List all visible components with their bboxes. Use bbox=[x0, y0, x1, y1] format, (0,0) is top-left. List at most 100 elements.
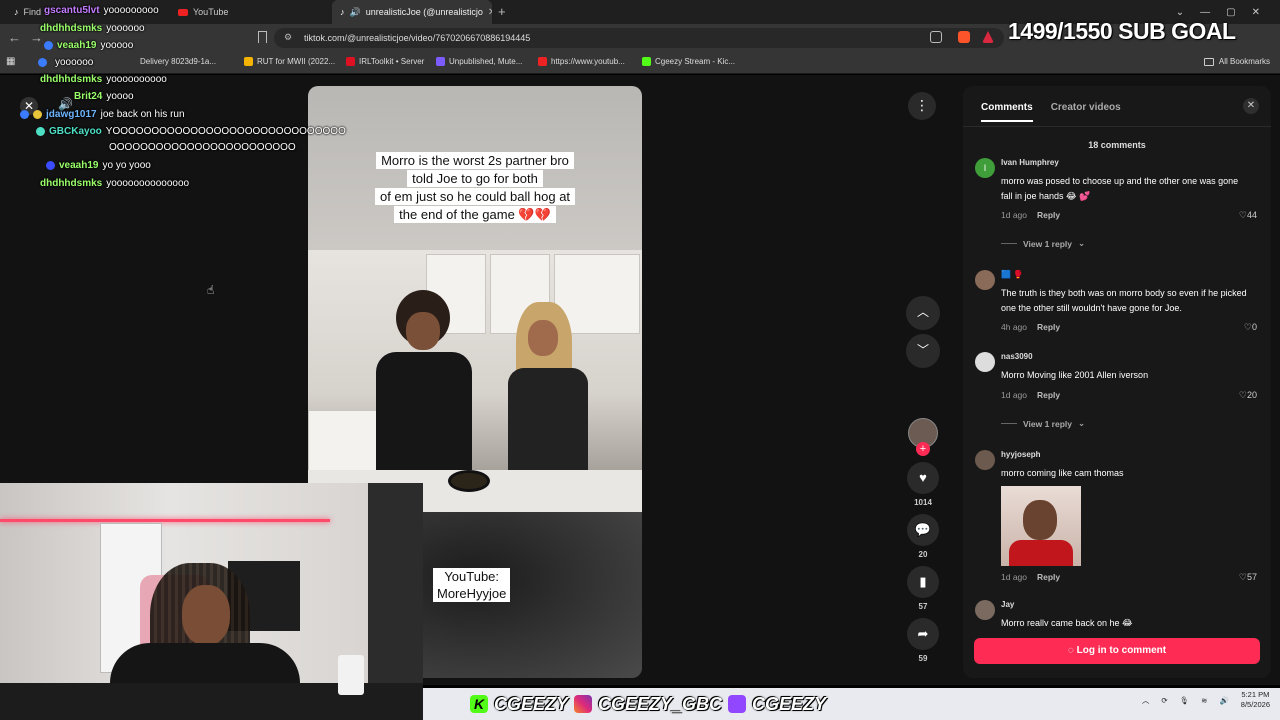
face bbox=[528, 320, 558, 356]
mouse-cursor: ☝ bbox=[207, 283, 215, 297]
next-video-button[interactable]: ﹀ bbox=[906, 334, 940, 368]
kick-icon bbox=[642, 57, 651, 66]
chat-message: veaah19 yo yo yooo bbox=[46, 160, 151, 171]
chat-text: yooooo bbox=[100, 40, 134, 51]
view-replies-button[interactable]: View 1 reply ⌄ bbox=[1001, 238, 1085, 249]
chat-text: yooooooooo bbox=[103, 5, 159, 16]
comment-like-button[interactable]: ♡57 bbox=[1239, 572, 1257, 583]
chevron-up-icon[interactable]: ︿ bbox=[1142, 695, 1150, 706]
face bbox=[406, 312, 440, 350]
tiktok-icon: ♪ bbox=[340, 7, 345, 17]
wifi-icon[interactable]: ≋ bbox=[1201, 696, 1207, 705]
heart-icon: ♥ bbox=[907, 462, 939, 494]
chat-username: Brit24 bbox=[74, 91, 103, 102]
comment-text: Morro really came back on he 😂 bbox=[1001, 618, 1133, 626]
bookmark-item[interactable]: IRLToolkit • Server bbox=[346, 57, 424, 66]
comment-like-button[interactable]: ♡0 bbox=[1244, 322, 1257, 333]
badge-icon bbox=[46, 161, 55, 170]
volume-icon[interactable]: 🔊 bbox=[1219, 696, 1228, 705]
socials-overlay: K CGEEZY CGEEZY_GBC CGEEZY bbox=[470, 692, 826, 716]
comment-button[interactable]: 💬 20 bbox=[906, 514, 940, 559]
comment-time: 1d ago bbox=[1001, 572, 1027, 582]
comment-text: morro coming like cam thomas bbox=[1001, 468, 1124, 478]
speaker-icon: 🔊 bbox=[349, 6, 361, 17]
comment-like-button[interactable]: ♡44 bbox=[1239, 210, 1257, 221]
close-window-button[interactable]: ✕ bbox=[1252, 7, 1260, 18]
close-panel-button[interactable]: ✕ bbox=[1243, 98, 1259, 114]
view-replies-button[interactable]: View 1 reply ⌄ bbox=[1001, 418, 1085, 429]
sync-icon[interactable]: ⟳ bbox=[1161, 696, 1167, 705]
comment-like-count: 0 bbox=[1251, 322, 1257, 332]
like-button[interactable]: ♥ 1014 bbox=[906, 462, 940, 507]
comment-username[interactable]: hyyjoseph bbox=[1001, 450, 1041, 459]
chat-message: jdawg1017 joe back on his run bbox=[20, 109, 185, 120]
close-icon[interactable]: ✕ bbox=[488, 7, 492, 18]
heart-outline-icon: ♡ bbox=[1238, 390, 1247, 400]
reply-button[interactable]: Reply bbox=[1037, 390, 1060, 400]
caption-line: the end of the game 💔💔 bbox=[394, 206, 556, 223]
bookmark-label: https://www.youtub... bbox=[551, 57, 625, 66]
comment-text: The truth is they both was on morro body… bbox=[1001, 288, 1247, 313]
tab-tiktok-active[interactable]: ♪ 🔊 unrealisticJoe (@unrealisticjo ✕ bbox=[332, 0, 492, 24]
login-to-comment-button[interactable]: ◌ Log in to comment bbox=[974, 638, 1260, 664]
avatar[interactable] bbox=[975, 352, 995, 372]
chevron-down-icon[interactable]: ⌄ bbox=[1176, 7, 1184, 18]
divider bbox=[1001, 423, 1017, 424]
avatar[interactable] bbox=[975, 450, 995, 470]
chat-username: GBCKayoo bbox=[49, 126, 102, 137]
all-bookmarks-label: All Bookmarks bbox=[1218, 57, 1270, 66]
minimize-button[interactable]: — bbox=[1200, 7, 1210, 18]
reply-button[interactable]: Reply bbox=[1037, 572, 1060, 582]
heart-outline-icon: ♡ bbox=[1238, 210, 1247, 220]
maximize-button[interactable]: ▢ bbox=[1226, 7, 1235, 18]
follow-button[interactable]: + bbox=[916, 442, 930, 456]
url-field[interactable]: ⚙ tiktok.com/@unrealisticjoe/video/76702… bbox=[274, 28, 1004, 48]
comment-username[interactable]: nas3090 bbox=[1001, 352, 1033, 361]
chat-username: jdawg1017 bbox=[46, 109, 97, 120]
chat-username: veaah19 bbox=[57, 40, 97, 51]
tab-label: unrealisticJoe (@unrealisticjo bbox=[365, 7, 483, 17]
chat-message: GBCKayoo YOOOOOOOOOOOOOOOOOOOOOOOOOOOOOO bbox=[36, 126, 346, 137]
comment-username[interactable]: Jay bbox=[1001, 600, 1014, 609]
system-tray: ︿ ⟳ 🎙 ≋ 🔊 5:21 PM 8/5/2026 bbox=[1142, 690, 1270, 710]
tab-comments[interactable]: Comments bbox=[981, 102, 1033, 122]
bookmark-item[interactable]: Cgeezy Stream - Kic... bbox=[642, 57, 735, 66]
twitch-icon bbox=[728, 695, 747, 713]
like-count: 1014 bbox=[914, 498, 932, 507]
share-button[interactable]: ➦ 59 bbox=[906, 618, 940, 663]
tab-creator-videos[interactable]: Creator videos bbox=[1051, 102, 1121, 122]
comment-icon: 💬 bbox=[907, 514, 939, 546]
panel-tabs: Comments Creator videos bbox=[981, 102, 1121, 122]
brave-shield-icon[interactable] bbox=[958, 31, 970, 43]
all-bookmarks-button[interactable]: All Bookmarks bbox=[1203, 57, 1270, 66]
reply-button[interactable]: Reply bbox=[1037, 322, 1060, 332]
comment-image[interactable] bbox=[1001, 486, 1081, 566]
comment-like-button[interactable]: ♡20 bbox=[1239, 390, 1257, 401]
bookmark-item[interactable]: Unpublished, Mute... bbox=[436, 57, 522, 66]
comment-username[interactable]: 🟦 🥊 bbox=[1001, 270, 1023, 279]
badge-icon bbox=[44, 41, 53, 50]
twitch-handle: CGEEZY bbox=[752, 693, 827, 714]
clock[interactable]: 5:21 PM 8/5/2026 bbox=[1241, 690, 1270, 710]
heart-outline-icon: ♡ bbox=[1243, 322, 1252, 332]
more-options-button[interactable]: ⋮ bbox=[908, 92, 936, 120]
chevron-down-icon: ⌄ bbox=[1077, 238, 1086, 248]
bookmark-label: Cgeezy Stream - Kic... bbox=[655, 57, 736, 66]
comment-count: 20 bbox=[918, 550, 928, 559]
comment-meta: 1d ago Reply bbox=[1001, 390, 1060, 400]
microphone-icon[interactable]: 🎙 bbox=[1180, 696, 1190, 705]
avatar[interactable] bbox=[975, 600, 995, 620]
cast-icon[interactable] bbox=[930, 31, 942, 43]
chat-message: dhdhhdsmks yoooooooooooooo bbox=[40, 178, 189, 189]
previous-video-button[interactable]: ︿ bbox=[906, 296, 940, 330]
avatar[interactable]: I bbox=[975, 158, 995, 178]
save-button[interactable]: ▮ 57 bbox=[906, 566, 940, 611]
comment-like-count: 20 bbox=[1246, 390, 1257, 400]
reply-button[interactable]: Reply bbox=[1037, 210, 1060, 220]
bookmark-item[interactable]: https://www.youtub... bbox=[538, 57, 625, 66]
chat-text: yoooo bbox=[106, 91, 134, 102]
chat-text: yoooooooooooooo bbox=[106, 178, 190, 189]
comment-username[interactable]: Ivan Humphrey bbox=[1001, 158, 1059, 167]
avatar[interactable] bbox=[975, 270, 995, 290]
new-tab-button[interactable]: + bbox=[498, 4, 506, 19]
